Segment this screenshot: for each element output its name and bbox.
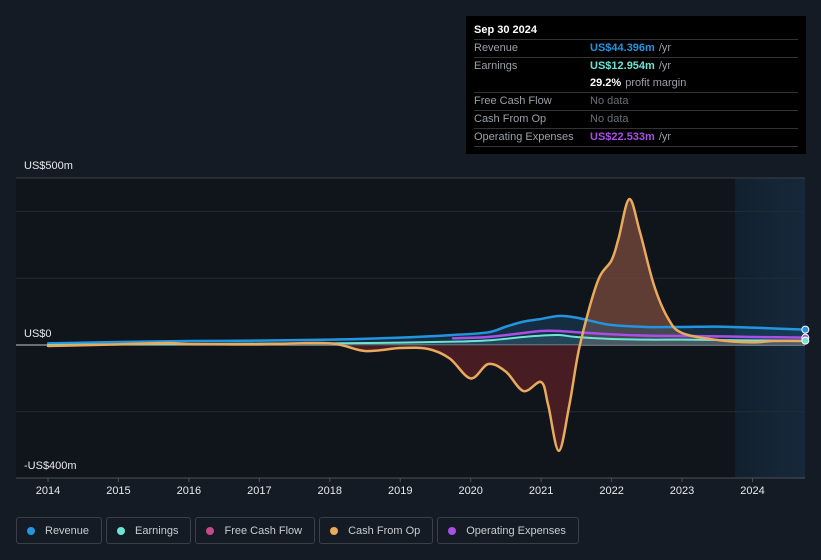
tooltip-label: Operating Expenses	[474, 131, 574, 143]
x-tick-label: 2014	[35, 485, 61, 497]
tooltip-unit: /yr	[658, 60, 672, 72]
tooltip-value: No data	[590, 113, 629, 125]
legend-label: Operating Expenses	[466, 524, 566, 537]
earnings-dot-icon	[117, 526, 126, 535]
tooltip-unit: /yr	[658, 131, 672, 143]
cash-from-op-dot-icon	[330, 526, 339, 535]
legend-item-cash-from-op[interactable]: Cash From Op	[319, 517, 434, 544]
earnings-end-point	[801, 336, 810, 345]
y-tick-label-zero: US$0	[24, 328, 52, 340]
tooltip-unit: /yr	[658, 42, 672, 54]
y-tick-label-top: US$500m	[24, 160, 73, 172]
tooltip-row-operating-expenses: Operating Expenses US$22.533m /yr	[474, 129, 798, 147]
x-tick-label: 2018	[317, 485, 343, 497]
x-tick-label: 2015	[106, 485, 131, 497]
x-tick-label: 2024	[740, 485, 765, 497]
tooltip-value: US$12.954m	[590, 60, 655, 72]
legend-item-earnings[interactable]: Earnings	[106, 517, 192, 544]
tooltip-unit: profit margin	[625, 77, 687, 89]
tooltip-row-earnings: Earnings US$12.954m /yr	[474, 58, 798, 75]
tooltip-date: Sep 30 2024	[474, 22, 798, 40]
y-tick-label-bottom: -US$400m	[24, 460, 77, 472]
legend-label: Revenue	[45, 524, 90, 537]
legend-label: Earnings	[135, 524, 179, 537]
x-tick-label: 2022	[599, 485, 624, 497]
legend-label: Cash From Op	[348, 524, 421, 537]
x-tick-label: 2019	[388, 485, 413, 497]
legend-item-operating-expenses[interactable]: Operating Expenses	[437, 517, 579, 544]
operating-expenses-dot-icon	[448, 526, 457, 535]
tooltip-value: 29.2%	[590, 77, 622, 89]
tooltip: Sep 30 2024 Revenue US$44.396m /yr Earni…	[466, 16, 806, 154]
tooltip-value: US$44.396m	[590, 42, 655, 54]
x-tick-label: 2017	[247, 485, 272, 497]
free-cash-flow-dot-icon	[206, 526, 215, 535]
revenue-dot-icon	[27, 526, 35, 535]
legend-item-revenue[interactable]: Revenue	[16, 517, 103, 544]
legend-label: Free Cash Flow	[224, 524, 303, 537]
tooltip-label: Earnings	[474, 60, 518, 72]
x-tick-label: 2020	[458, 485, 483, 497]
tooltip-value: No data	[590, 95, 629, 107]
x-tick-label: 2016	[176, 485, 202, 497]
x-axis	[16, 477, 805, 482]
tooltip-row-free-cash-flow: Free Cash Flow No data	[474, 93, 798, 111]
x-tick-label: 2021	[528, 485, 554, 497]
legend: Revenue Earnings Free Cash Flow Cash Fro…	[16, 517, 579, 544]
tooltip-value: US$22.533m	[590, 131, 655, 143]
tooltip-label	[474, 75, 590, 92]
tooltip-label: Free Cash Flow	[474, 95, 552, 107]
tooltip-label: Cash From Op	[474, 113, 547, 125]
x-tick-label: 2023	[669, 485, 695, 497]
legend-item-free-cash-flow[interactable]: Free Cash Flow	[195, 517, 316, 544]
tooltip-label: Revenue	[474, 42, 519, 54]
revenue-end-point	[801, 325, 810, 334]
tooltip-row-profit-margin: 29.2% profit margin	[474, 75, 798, 93]
tooltip-row-revenue: Revenue US$44.396m /yr	[474, 40, 798, 58]
tooltip-row-cash-from-op: Cash From Op No data	[474, 111, 798, 129]
